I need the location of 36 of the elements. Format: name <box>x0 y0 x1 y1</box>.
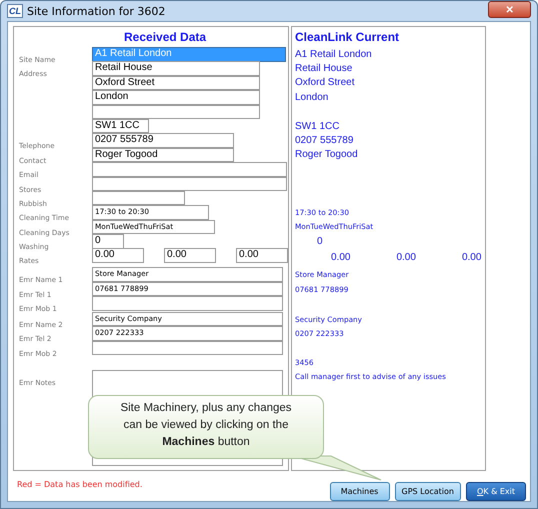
input-field[interactable]: SW1 1CC <box>92 118 149 134</box>
current-value: A1 Retail London <box>295 48 372 60</box>
panel-heading: Received Data <box>123 29 208 46</box>
input-field[interactable] <box>92 162 287 177</box>
current-value: London <box>295 92 328 103</box>
input-field[interactable]: London <box>92 90 260 105</box>
panel-heading: CleanLink Current <box>295 29 400 46</box>
current-value: 0.00 <box>462 252 482 264</box>
input-field[interactable] <box>92 340 283 356</box>
input-field[interactable]: 0.00 <box>92 248 144 263</box>
current-value: 0207 555789 <box>295 135 354 146</box>
input-field[interactable]: 0.00 <box>236 248 288 263</box>
current-value: Retail House <box>295 63 352 74</box>
current-value: 0.00 <box>331 252 350 264</box>
input-field[interactable] <box>92 190 185 206</box>
input-field[interactable]: 0207 555789 <box>92 133 234 148</box>
input-field[interactable] <box>92 176 287 192</box>
dialog-button[interactable]: GPS Location <box>394 482 461 500</box>
input-field[interactable] <box>92 104 260 120</box>
dialog-button[interactable]: Machines <box>330 482 390 500</box>
input-field[interactable]: Roger Togood <box>92 148 234 162</box>
app-logo: CL <box>7 4 23 18</box>
input-field[interactable]: 0 <box>92 234 124 249</box>
input-field[interactable] <box>92 296 283 311</box>
input-field[interactable]: Oxford Street <box>92 76 260 90</box>
input-field[interactable]: Retail House <box>92 61 260 76</box>
window-title: Site Information for 3602 <box>27 4 166 18</box>
current-value: Oxford Street <box>295 77 354 88</box>
current-value: SW1 1CC <box>295 120 340 132</box>
callout-tooltip: Site Machinery, plus any changes can be viewed by clicking on the Machines button <box>88 395 324 459</box>
current-value: 0 <box>316 236 323 247</box>
input-field[interactable]: 0.00 <box>164 248 216 263</box>
legend-text: Red = Data has been modified. <box>16 480 142 488</box>
current-value: 0.00 <box>396 252 416 264</box>
dialog-button[interactable]: OK & Exit <box>466 482 526 500</box>
current-value: Roger Togood <box>295 149 358 160</box>
